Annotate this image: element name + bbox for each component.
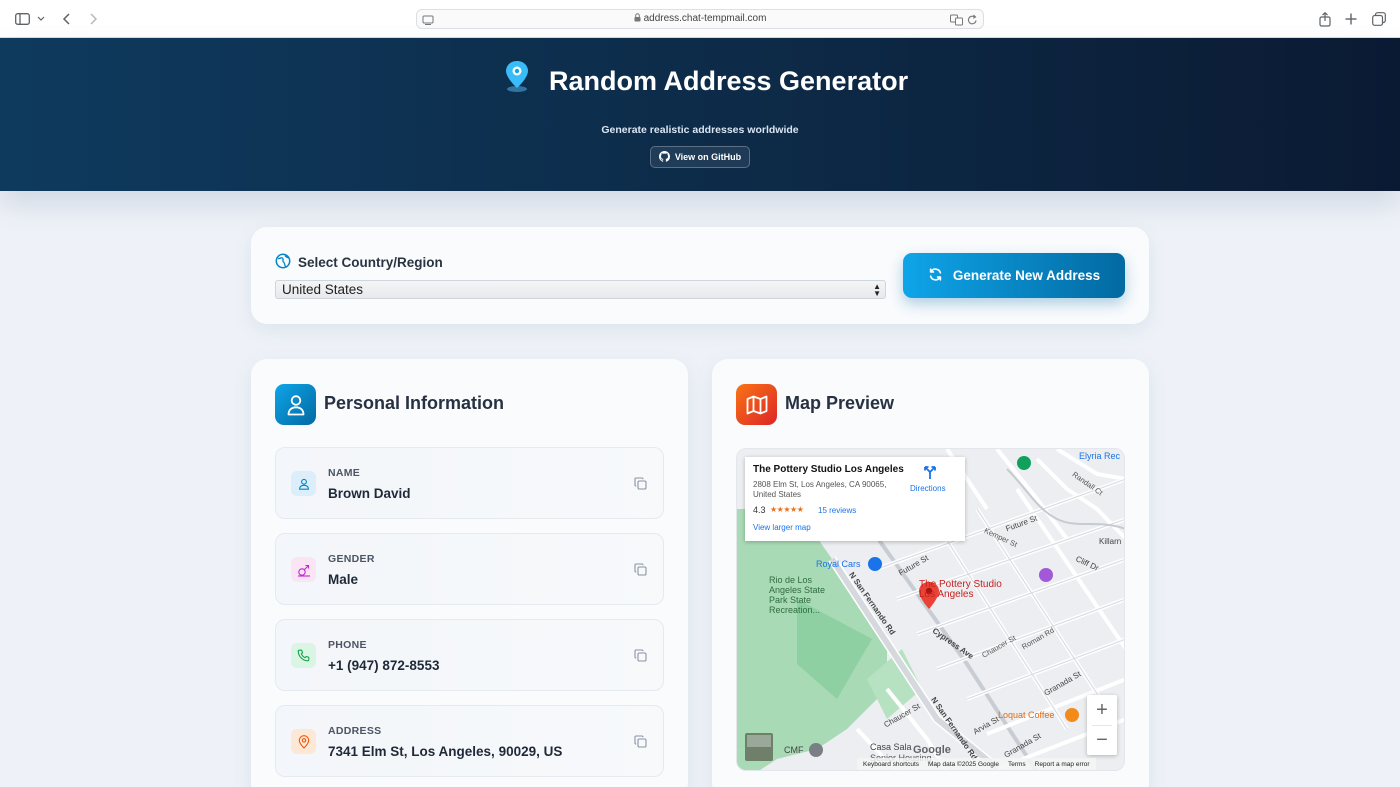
phone-field: PHONE +1 (947) 872-8553: [275, 619, 664, 691]
chevron-down-icon[interactable]: [34, 9, 48, 29]
place-name: The Pottery Studio Los Angeles: [753, 464, 904, 475]
translate-icon[interactable]: [950, 13, 963, 31]
globe-icon: [275, 253, 291, 272]
gender-field: GENDER Male: [275, 533, 664, 605]
sidebar-toggle-icon[interactable]: [12, 9, 32, 29]
phone-value: +1 (947) 872-8553: [328, 658, 440, 673]
elyria-label: Elyria Rec: [1079, 451, 1121, 461]
hero-header: Random Address Generator Generate realis…: [0, 38, 1400, 191]
select-updown-icon: ▲ ▼: [873, 282, 881, 298]
new-tab-icon[interactable]: [1341, 9, 1361, 29]
terms-link[interactable]: Terms: [1008, 761, 1026, 768]
location-pin-icon: [291, 729, 316, 754]
map-icon: [736, 384, 777, 425]
back-icon[interactable]: [57, 9, 77, 29]
copy-icon[interactable]: [634, 477, 648, 491]
report-map-error-link[interactable]: Report a map error: [1035, 761, 1090, 768]
user-icon: [275, 384, 316, 425]
address-label: ADDRESS: [328, 725, 382, 737]
google-logo: Google: [913, 744, 951, 756]
forward-icon[interactable]: [83, 9, 103, 29]
zoom-controls: + −: [1087, 695, 1117, 755]
map-footer: Keyboard shortcuts Map data ©2025 Google…: [857, 758, 1096, 770]
pin-label: The Pottery Studio Los Angeles: [919, 579, 1002, 600]
zoom-in-button[interactable]: +: [1087, 695, 1117, 725]
map-preview-panel: Map Preview The Pottery Studio Los Angel…: [712, 359, 1149, 787]
place-address: 2808 Elm St, Los Angeles, CA 90065, Unit…: [753, 480, 887, 499]
address-field: ADDRESS 7341 Elm St, Los Angeles, 90029,…: [275, 705, 664, 777]
map-data-attribution: Map data ©2025 Google: [928, 760, 999, 768]
phone-icon: [291, 643, 316, 668]
refresh-icon: [928, 267, 943, 285]
gender-label: GENDER: [328, 553, 375, 565]
tab-overview-icon[interactable]: [1369, 9, 1389, 29]
gender-icon: [291, 557, 316, 582]
country-select[interactable]: United States ▲ ▼: [275, 280, 886, 299]
share-icon[interactable]: [1315, 9, 1335, 29]
person-icon: [291, 471, 316, 496]
country-label-text: Select Country/Region: [298, 255, 443, 270]
browser-toolbar: address.chat-tempmail.com: [0, 0, 1400, 38]
loquat-coffee-label: Loquat Coffee: [998, 710, 1055, 720]
map-preview-title: Map Preview: [785, 393, 895, 413]
address-bar[interactable]: address.chat-tempmail.com: [416, 9, 984, 29]
place-rating: 4.3: [753, 505, 766, 515]
street-label: Killarn: [1099, 537, 1122, 546]
lock-icon: [634, 13, 641, 25]
gender-value: Male: [328, 572, 359, 587]
park-label: Rio de Los Angeles State Park State Recr…: [769, 575, 826, 615]
github-icon: [658, 150, 670, 164]
generate-new-address-button[interactable]: Generate New Address: [903, 253, 1125, 298]
personal-information-panel: Personal Information NAME Brown David GE…: [251, 359, 688, 787]
url-value: address.chat-tempmail.com: [643, 13, 767, 24]
name-field: NAME Brown David: [275, 447, 664, 519]
reviews-link[interactable]: 15 reviews: [818, 506, 856, 515]
address-value: 7341 Elm St, Los Angeles, 90029, US: [328, 744, 563, 759]
directions-icon[interactable]: [923, 464, 937, 485]
copy-icon[interactable]: [634, 649, 648, 663]
rating-stars: ★★★★★: [770, 505, 804, 514]
country-selector-card: Select Country/Region United States ▲ ▼ G…: [251, 227, 1149, 324]
zoom-out-button[interactable]: −: [1087, 725, 1117, 755]
page-subtitle: Generate realistic addresses worldwide: [601, 124, 799, 136]
page-title: Random Address Generator: [549, 66, 909, 96]
name-label: NAME: [328, 467, 361, 479]
map-embed[interactable]: The Pottery Studio Los Angeles 2808 Elm …: [736, 448, 1125, 771]
directions-link[interactable]: Directions: [910, 484, 946, 493]
generate-button-label: Generate New Address: [952, 268, 1101, 283]
cmf-label: CMF: [784, 745, 804, 755]
name-value: Brown David: [328, 486, 411, 501]
github-label: View on GitHub: [674, 152, 742, 162]
url-text: address.chat-tempmail.com: [417, 13, 983, 25]
view-larger-map-link[interactable]: View larger map: [753, 523, 811, 532]
reload-icon[interactable]: [967, 13, 978, 31]
country-select-value: United States: [282, 282, 364, 297]
copy-icon[interactable]: [634, 735, 648, 749]
casa-sala-label: Casa Sala: [870, 742, 912, 752]
place-info-card: The Pottery Studio Los Angeles 2808 Elm …: [745, 457, 965, 541]
keyboard-shortcuts-link[interactable]: Keyboard shortcuts: [863, 761, 919, 768]
royal-cars-label: Royal Cars: [816, 559, 861, 569]
country-label: Select Country/Region: [275, 253, 443, 272]
phone-label: PHONE: [328, 639, 367, 651]
personal-information-title: Personal Information: [324, 393, 505, 413]
copy-icon[interactable]: [634, 563, 648, 577]
view-on-github-button[interactable]: View on GitHub: [650, 146, 750, 168]
map-pin-logo-icon: [501, 58, 533, 99]
